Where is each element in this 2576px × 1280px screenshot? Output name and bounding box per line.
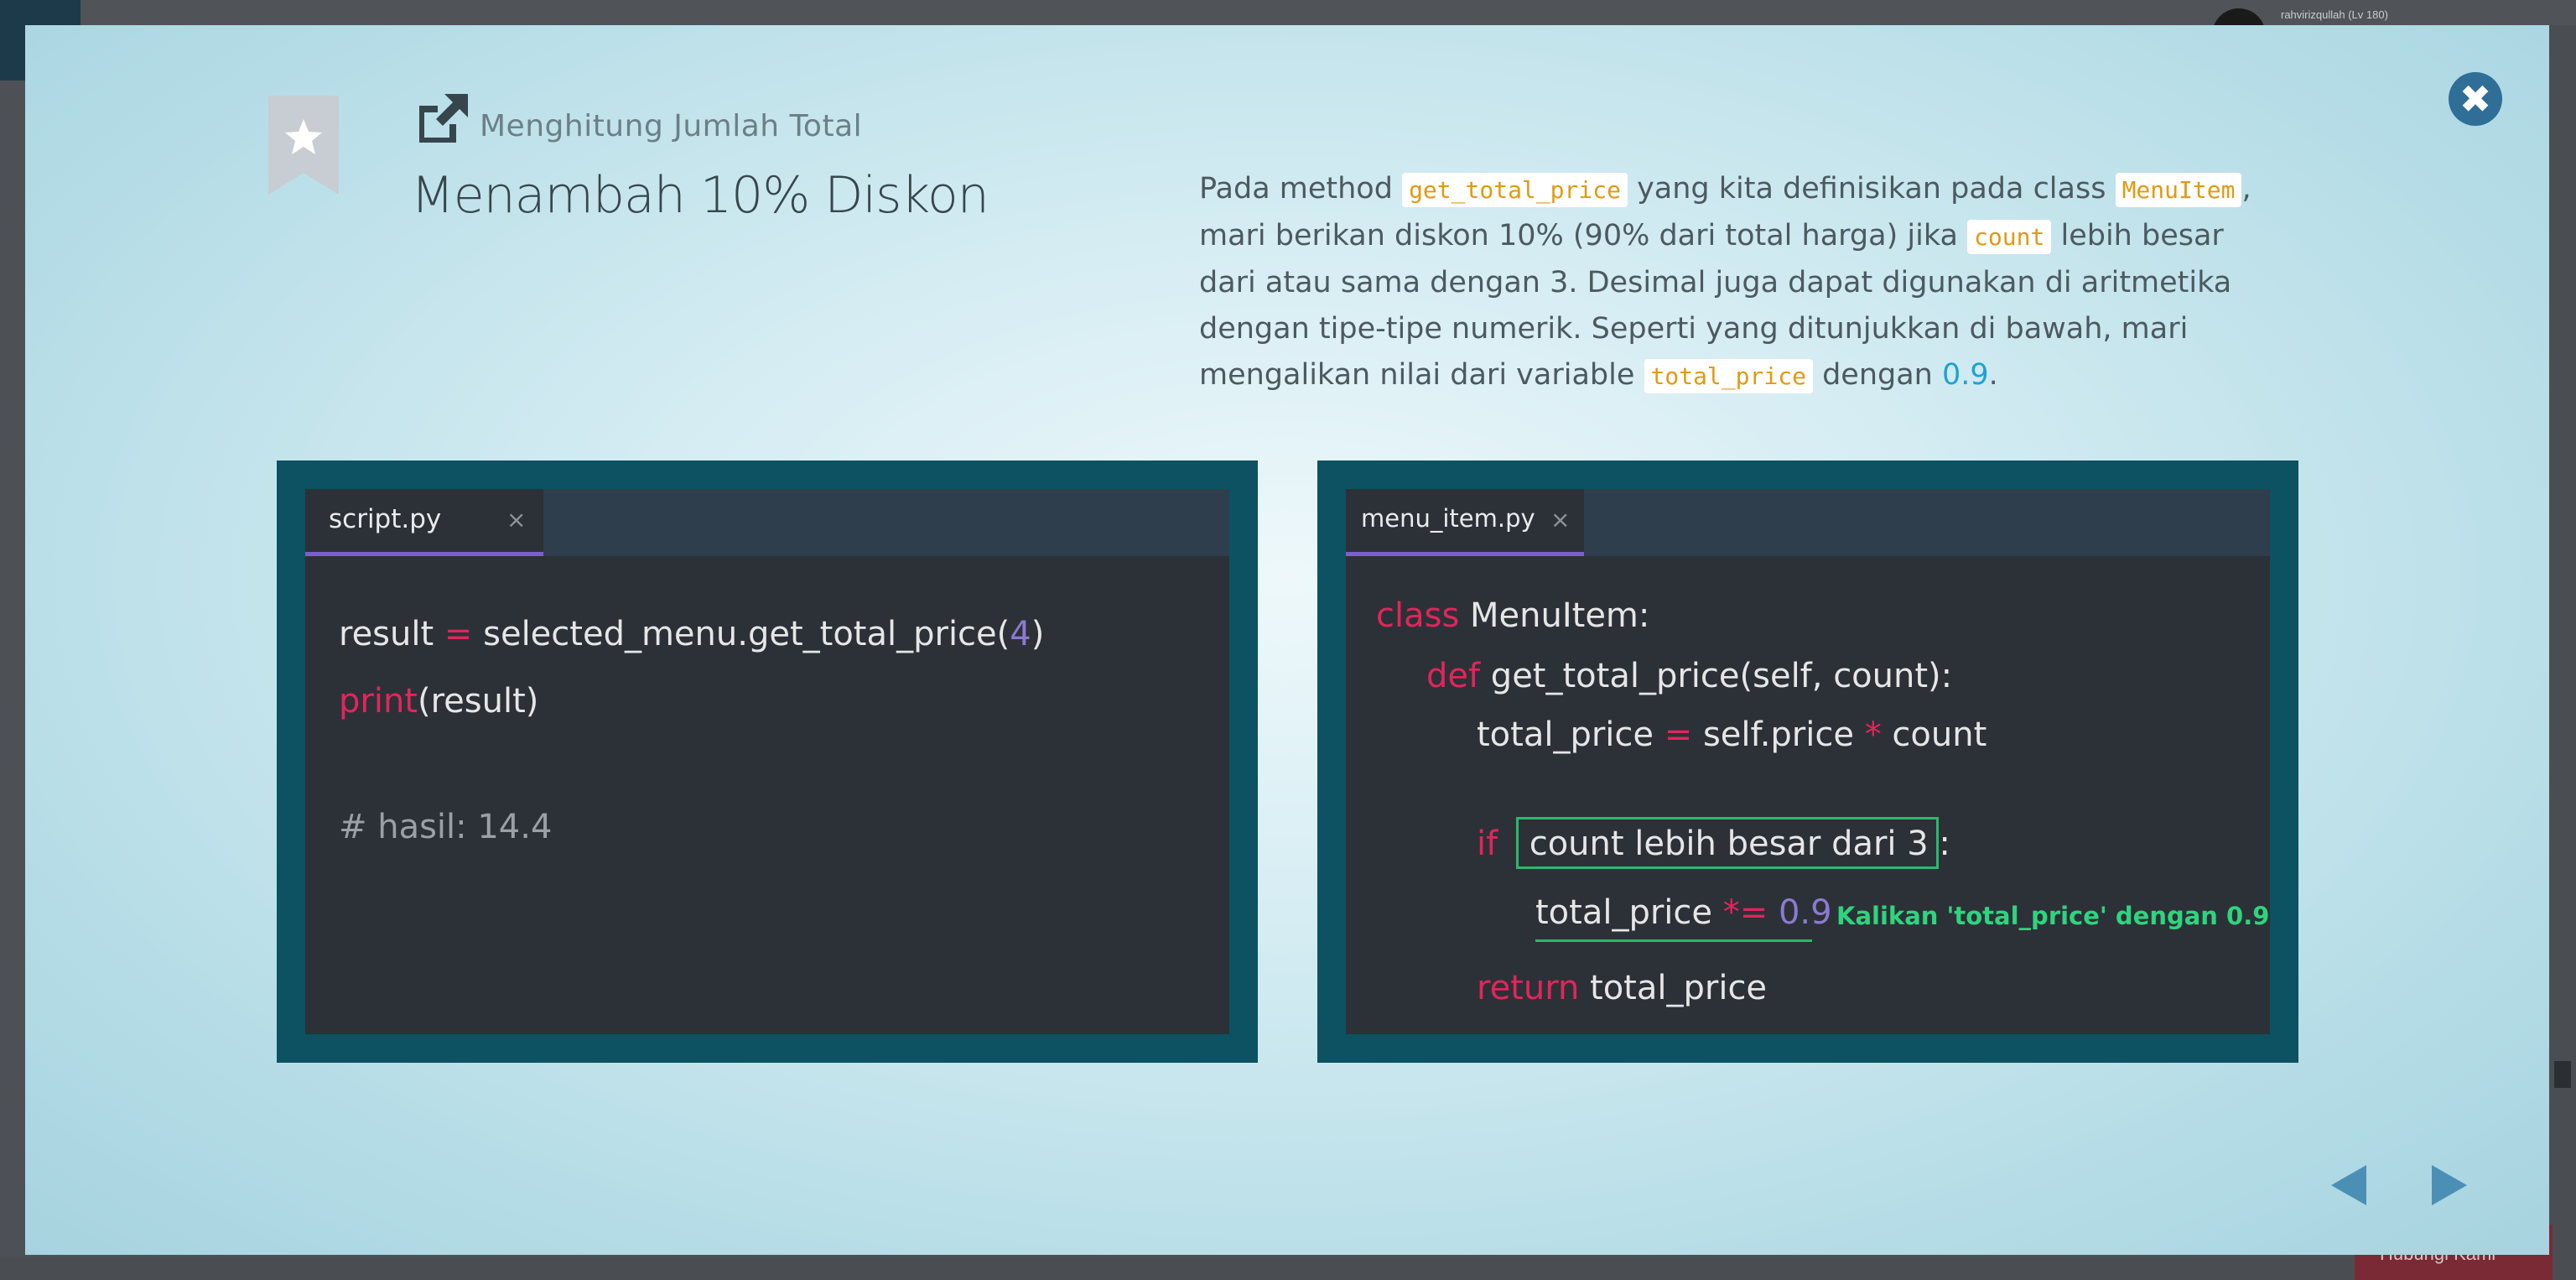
slide-description: Pada method get_total_price yang kita de… <box>1199 166 2289 399</box>
lesson-subtitle: Menghitung Jumlah Total <box>480 109 863 143</box>
background-bottombar <box>0 1257 2576 1280</box>
inline-code: total_price <box>1644 359 1813 393</box>
code-line: total_price *= 0.9 <box>1535 893 1832 932</box>
tab-label: menu_item.py <box>1361 504 1535 533</box>
slide-title: Menambah 10% Diskon <box>411 166 989 225</box>
desc-text: yang kita definisikan pada class <box>1627 172 2116 206</box>
code-line: result = selected_menu.get_total_price(4… <box>339 615 1045 653</box>
code-editor: menu_item.py × class MenuItem: def get_t… <box>1346 489 2270 1034</box>
code-line: print(result) <box>339 682 539 721</box>
highlight-underline <box>1535 939 1812 942</box>
editor-tabbar: script.py × <box>305 489 1229 556</box>
inline-code: count <box>1967 220 2052 254</box>
code-line: total_price = self.price * count <box>1477 715 1987 754</box>
code-panel-menu-item: menu_item.py × class MenuItem: def get_t… <box>1317 460 2298 1063</box>
external-link-icon[interactable] <box>413 91 471 146</box>
background-topbar <box>0 0 2576 25</box>
condition-text: count lebih besar dari 3 : <box>1519 825 1961 863</box>
tab-label: script.py <box>329 504 442 534</box>
tab-close-icon[interactable]: × <box>1550 506 1570 533</box>
editor-tabbar: menu_item.py × <box>1346 489 2270 556</box>
next-arrow-icon[interactable] <box>2428 1162 2470 1209</box>
desc-text: . <box>1988 358 1998 392</box>
desc-text: dengan <box>1812 358 1942 392</box>
code-line: def get_total_price(self, count): <box>1426 657 1953 695</box>
user-label: rahvirizqullah (Lv 180) <box>2281 8 2388 21</box>
previous-arrow-icon[interactable] <box>2328 1162 2370 1209</box>
close-button[interactable]: ✖ <box>2449 72 2502 126</box>
code-comment: # hasil: 14.4 <box>339 808 553 846</box>
scrollbar-thumb <box>2554 1061 2571 1088</box>
code-annotation: Kalikan 'total_price' dengan 0.9 <box>1836 902 2270 930</box>
code-panel-script: script.py × result = selected_menu.get_t… <box>277 460 1258 1063</box>
tab-close-icon[interactable]: × <box>506 506 526 533</box>
code-line: if <box>1477 825 1498 863</box>
tab-script-py[interactable]: script.py × <box>305 489 543 556</box>
inline-code: MenuItem <box>2115 173 2242 207</box>
code-line: class MenuItem: <box>1376 596 1650 635</box>
code-editor: script.py × result = selected_menu.get_t… <box>305 489 1229 1034</box>
slide-modal: Menghitung Jumlah Total Menambah 10% Dis… <box>25 25 2549 1255</box>
desc-text: Pada method <box>1199 172 1403 206</box>
desc-number: 0.9 <box>1941 358 1989 392</box>
tab-menu-item-py[interactable]: menu_item.py × <box>1346 489 1584 556</box>
code-line: return total_price <box>1477 969 1768 1007</box>
inline-code: get_total_price <box>1402 173 1628 207</box>
bookmark-icon[interactable] <box>268 96 339 195</box>
